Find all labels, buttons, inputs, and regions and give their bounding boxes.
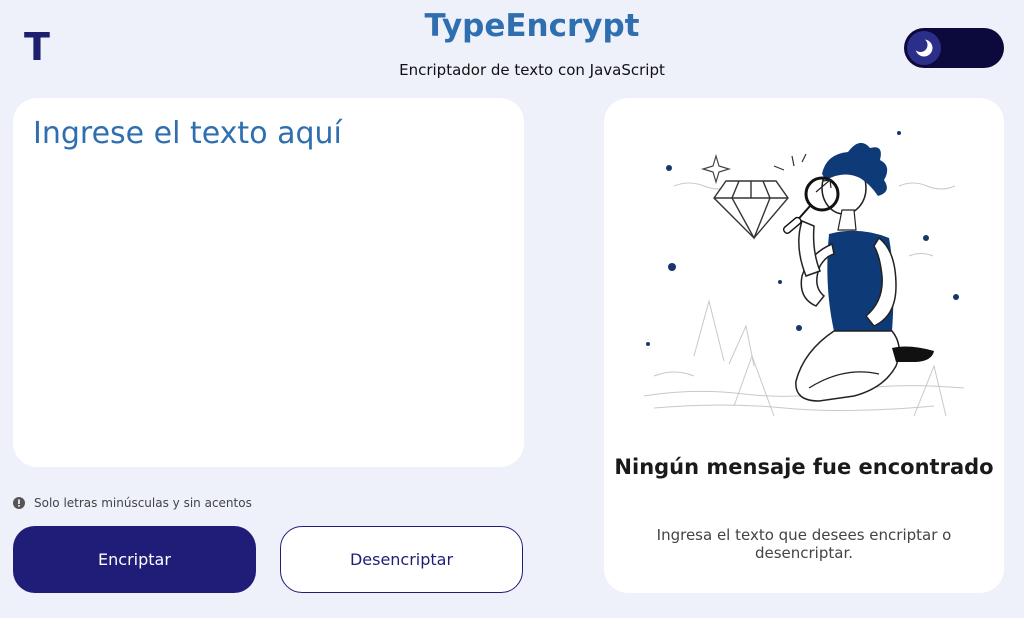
moon-icon (907, 31, 941, 65)
text-input[interactable] (13, 98, 524, 467)
empty-state-title: Ningún mensaje fue encontrado (614, 455, 994, 479)
decrypt-button[interactable]: Desencriptar (280, 526, 523, 593)
info-icon (13, 497, 25, 509)
theme-toggle[interactable] (904, 28, 1004, 68)
encrypt-button[interactable]: Encriptar (13, 526, 256, 593)
empty-state-description: Ingresa el texto que desees encriptar o … (656, 526, 952, 562)
app-title: TypeEncrypt (424, 8, 640, 44)
hint-text: Solo letras minúsculas y sin acentos (34, 496, 252, 510)
text-input-panel (13, 98, 524, 467)
person-with-magnifying-glass-illustration (643, 131, 965, 417)
input-hint: Solo letras minúsculas y sin acentos (13, 496, 252, 510)
app-subtitle: Encriptador de texto con JavaScript (399, 61, 665, 79)
result-panel: Ningún mensaje fue encontrado Ingresa el… (604, 98, 1004, 593)
